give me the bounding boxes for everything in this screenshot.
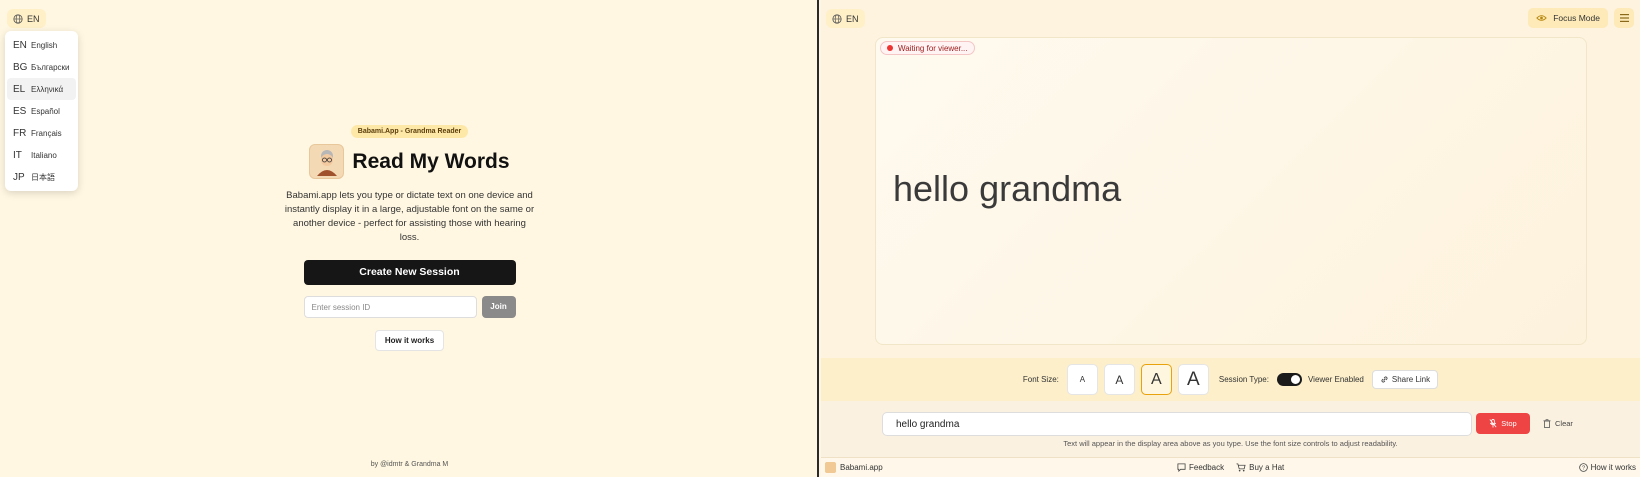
focus-mode-label: Focus Mode — [1553, 13, 1600, 23]
chat-icon — [1177, 463, 1186, 472]
text-input[interactable] — [882, 412, 1472, 436]
status-badge: Waiting for viewer... — [880, 41, 975, 55]
font-size-s-label: A — [1115, 372, 1124, 387]
hamburger-icon — [1619, 14, 1629, 22]
session-pane: EN Focus Mode Waiting for viewer... hell… — [821, 0, 1640, 477]
how-it-works-button[interactable]: How it works — [374, 330, 445, 351]
menu-button[interactable] — [1614, 8, 1634, 28]
input-area: Stop Clear Text will appear in the displ… — [821, 401, 1640, 457]
grandma-icon — [316, 149, 337, 176]
how-it-works-link[interactable]: ? How it works — [1578, 463, 1636, 472]
footer-brand[interactable]: Babami.app — [825, 462, 883, 473]
trash-icon — [1543, 419, 1551, 428]
create-session-button[interactable]: Create New Session — [303, 260, 516, 285]
font-size-l-label: A — [1187, 368, 1200, 390]
status-dot-icon — [887, 45, 893, 51]
grandma-avatar — [309, 144, 345, 179]
controls-bar: Font Size: A A A A Session Type: Viewer … — [821, 358, 1640, 401]
eye-icon — [1536, 15, 1547, 21]
credits: by @idmtr & Grandma M — [370, 461, 449, 468]
display-area: Waiting for viewer... hello grandma — [875, 37, 1587, 345]
stop-button[interactable]: Stop — [1476, 413, 1530, 434]
language-option-en[interactable]: EN English — [7, 34, 76, 56]
language-button[interactable]: EN — [7, 9, 46, 28]
share-link-button[interactable]: Share Link — [1371, 370, 1439, 389]
font-size-label: Font Size: — [1022, 375, 1059, 384]
language-button[interactable]: EN — [826, 9, 865, 28]
feedback-link[interactable]: Feedback — [1177, 463, 1224, 472]
font-size-xs-button[interactable]: A — [1066, 364, 1098, 395]
input-hint: Text will appear in the display area abo… — [1063, 439, 1398, 448]
font-size-m-label: A — [1151, 370, 1162, 388]
help-icon: ? — [1578, 463, 1588, 472]
language-button-label: EN — [27, 13, 40, 24]
focus-mode-button[interactable]: Focus Mode — [1528, 8, 1608, 28]
status-text: Waiting for viewer... — [898, 43, 968, 53]
footer-brand-label: Babami.app — [840, 463, 883, 472]
share-link-label: Share Link — [1391, 375, 1431, 384]
session-id-input[interactable] — [303, 296, 477, 318]
mic-off-icon — [1489, 419, 1497, 428]
home-pane: EN EN English BG Български EL Ελληνικά ES Es… — [0, 0, 819, 477]
how-it-works-label: How it works — [1590, 463, 1636, 472]
language-code: BG — [13, 61, 28, 73]
page-title: Read My Words — [352, 149, 510, 173]
clear-label: Clear — [1555, 419, 1573, 428]
title-row: Read My Words — [0, 144, 819, 179]
display-text: hello grandma — [893, 168, 1122, 209]
join-button[interactable]: Join — [481, 296, 516, 318]
font-size-l-button[interactable]: A — [1177, 364, 1209, 395]
buy-hat-link[interactable]: Buy a Hat — [1236, 463, 1284, 472]
viewer-toggle[interactable] — [1276, 373, 1302, 386]
font-size-m-button[interactable]: A — [1140, 364, 1172, 395]
stop-label: Stop — [1501, 419, 1517, 428]
cart-icon — [1236, 463, 1246, 472]
link-icon — [1381, 376, 1388, 383]
language-name: Ελληνικά — [31, 84, 64, 94]
globe-icon — [13, 13, 23, 24]
clear-button[interactable]: Clear — [1538, 413, 1578, 434]
font-size-s-button[interactable]: A — [1103, 364, 1135, 395]
footer-links: Feedback Buy a Hat — [1177, 463, 1284, 472]
language-button-label: EN — [846, 13, 859, 24]
feedback-label: Feedback — [1189, 463, 1225, 472]
brand-avatar-icon — [825, 462, 836, 473]
globe-icon — [832, 13, 842, 24]
language-name: English — [31, 40, 58, 50]
language-option-es[interactable]: ES Español — [7, 100, 76, 122]
language-name: Español — [31, 106, 60, 116]
font-size-xs-label: A — [1079, 375, 1086, 384]
language-option-bg[interactable]: BG Български — [7, 56, 76, 78]
language-option-el[interactable]: EL Ελληνικά — [7, 78, 76, 100]
language-name: Български — [31, 62, 70, 72]
viewer-enabled-label: Viewer Enabled — [1307, 375, 1364, 384]
app-badge: Babami.App - Grandma Reader — [350, 125, 469, 138]
language-code: EN — [13, 39, 27, 51]
footer: Babami.app Feedback Buy a Hat ? How it w… — [821, 457, 1640, 477]
join-row: Join — [0, 296, 819, 318]
app-description: Babami.app lets you type or dictate text… — [284, 190, 535, 243]
hero: Babami.App - Grandma Reader Read My Word… — [0, 120, 819, 351]
session-type-label: Session Type: — [1218, 375, 1269, 384]
language-code: ES — [13, 105, 27, 117]
language-code: EL — [13, 83, 26, 95]
buy-hat-label: Buy a Hat — [1249, 463, 1285, 472]
